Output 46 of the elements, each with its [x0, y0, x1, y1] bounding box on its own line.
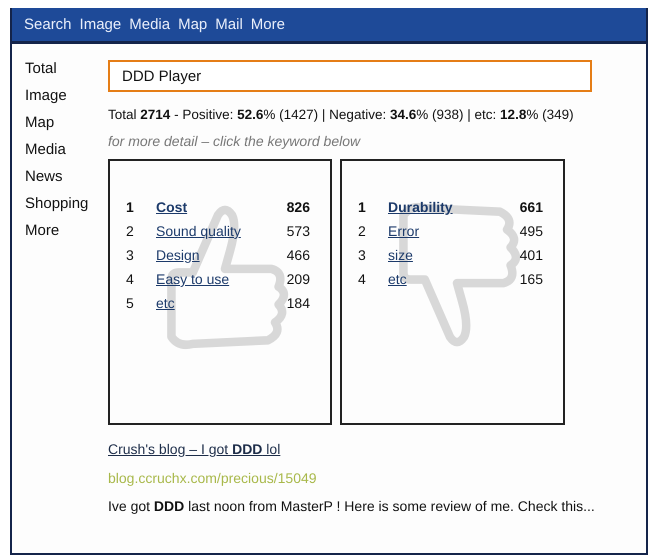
result-snippet: Ive got DDD last noon from MasterP ! Here is some review of me. Check this...: [108, 498, 596, 514]
rank-number: 4: [358, 271, 367, 287]
result-title-link[interactable]: Crush's blog – I got DDD lol: [108, 441, 280, 457]
keyword-link[interactable]: Design: [156, 247, 200, 263]
nav-link[interactable]: Search: [24, 16, 72, 33]
count-value: 826: [286, 199, 310, 215]
rank-number: 3: [126, 247, 135, 263]
count-value: 573: [286, 223, 310, 239]
summary-text: Total 2714 - Positive: 52.6% (1427) | Negative: 34.6% (938) | etc: 12.8% (349): [108, 107, 575, 122]
count-value: 495: [520, 223, 543, 239]
keyword-link[interactable]: etc: [156, 295, 175, 311]
nav-link[interactable]: Media: [129, 16, 170, 33]
keyword-link[interactable]: Sound quality: [156, 223, 241, 239]
search-field[interactable]: DDD Player: [108, 60, 592, 92]
nav-link[interactable]: More: [250, 16, 285, 33]
count-value: 165: [520, 271, 543, 287]
result-url: blog.ccruchx.com/precious/15049: [108, 470, 318, 486]
sidebar-item[interactable]: News: [25, 168, 96, 185]
rank-number: 2: [358, 223, 367, 239]
keyword-link[interactable]: Durability: [388, 199, 453, 215]
sidebar-item[interactable]: Shopping: [25, 195, 96, 212]
nav-link[interactable]: Image: [80, 16, 122, 33]
keyword-link[interactable]: Cost: [156, 199, 188, 215]
rank-number: 2: [126, 223, 135, 239]
nav-link[interactable]: Mail: [215, 16, 243, 33]
keyword-link[interactable]: Error: [388, 223, 420, 239]
rank-number: 5: [126, 295, 135, 311]
keyword-link[interactable]: Easy to use: [156, 271, 230, 287]
sidebar-item[interactable]: Total: [25, 60, 96, 77]
rank-number: 1: [358, 199, 367, 215]
sidebar-item[interactable]: Media: [25, 141, 96, 158]
count-value: 661: [520, 199, 543, 215]
keyword-link[interactable]: size: [388, 247, 413, 263]
count-value: 401: [520, 247, 543, 263]
count-value: 466: [286, 247, 310, 263]
hint-text: for more detail – click the keyword below: [108, 133, 362, 149]
sidebar-item[interactable]: Map: [25, 114, 96, 131]
rank-number: 4: [126, 271, 135, 287]
keyword-link[interactable]: etc: [388, 271, 407, 287]
count-value: 209: [286, 271, 310, 287]
sidebar-item[interactable]: Image: [25, 87, 96, 104]
nav-link[interactable]: Map: [178, 16, 208, 33]
rank-number: 1: [126, 199, 135, 215]
count-value: 184: [286, 295, 310, 311]
sidebar-item[interactable]: More: [25, 222, 96, 239]
rank-number: 3: [358, 247, 367, 263]
